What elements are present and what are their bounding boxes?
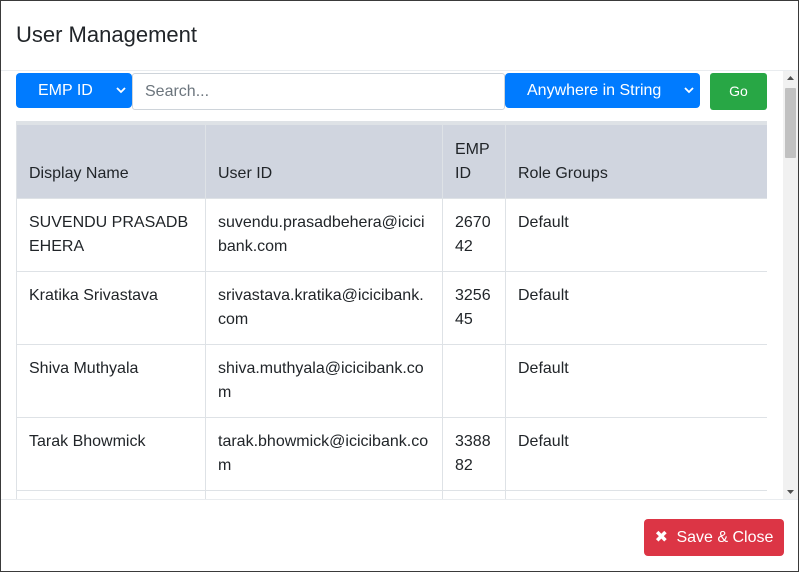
cell-emp-id (442, 344, 506, 418)
cell-role-groups: Default (505, 198, 767, 272)
cell-user-id (205, 490, 443, 499)
match-select-label: Anywhere in String (527, 82, 662, 99)
cell-emp-id: 325645 (442, 271, 506, 345)
cell-user-id: shiva.muthyala@icicibank.com (205, 344, 443, 418)
cell-display-name (16, 490, 206, 499)
cell-role-groups: Default (505, 417, 767, 491)
cell-emp-id: 338882 (442, 417, 506, 491)
match-select[interactable]: Anywhere in String (505, 73, 700, 108)
users-table-container: Display Name User ID EMP ID Role Groups … (16, 121, 767, 499)
cell-user-id: tarak.bhowmick@icicibank.com (205, 417, 443, 491)
table-row[interactable]: Tarak Bhowmick tarak.bhowmick@icicibank.… (16, 417, 767, 491)
field-select-label: EMP ID (38, 82, 93, 99)
cell-display-name: Kratika Srivastava (16, 271, 206, 345)
search-input[interactable] (132, 73, 505, 110)
go-button[interactable]: Go (710, 73, 767, 110)
table-header-row: Display Name User ID EMP ID Role Groups (16, 124, 767, 199)
save-close-button[interactable]: ✖ Save & Close (644, 519, 784, 556)
table-row[interactable]: Shiva Muthyala shiva.muthyala@icicibank.… (16, 344, 767, 418)
times-icon: ✖ (654, 529, 668, 546)
cell-role-groups (505, 490, 767, 499)
cell-display-name: SUVENDU PRASADBEHERA (16, 198, 206, 272)
users-table: Display Name User ID EMP ID Role Groups … (16, 124, 767, 499)
field-select[interactable]: EMP ID (16, 73, 132, 108)
cell-user-id: srivastava.kratika@icicibank.com (205, 271, 443, 345)
scroll-down-arrow-icon[interactable] (783, 484, 798, 499)
table-row[interactable]: SUVENDU PRASADBEHERA suvendu.prasadbeher… (16, 198, 767, 272)
column-header-emp-id: EMP ID (442, 124, 506, 199)
save-close-label: Save & Close (676, 529, 774, 546)
user-management-modal: User Management EMP ID Anywhere in Strin… (0, 0, 799, 572)
scroll-up-arrow-icon[interactable] (783, 71, 798, 86)
chevron-down-icon (116, 87, 126, 94)
chevron-down-icon (684, 87, 694, 94)
cell-display-name: Shiva Muthyala (16, 344, 206, 418)
modal-body: EMP ID Anywhere in String Go (1, 71, 798, 499)
cell-emp-id (442, 490, 506, 499)
column-header-role-groups: Role Groups (505, 124, 767, 199)
vertical-scrollbar[interactable] (783, 71, 798, 499)
table-row[interactable]: Kratika Srivastava srivastava.kratika@ic… (16, 271, 767, 345)
modal-header: User Management (1, 1, 798, 71)
scroll-thumb[interactable] (785, 88, 796, 158)
cell-role-groups: Default (505, 344, 767, 418)
modal-footer: ✖ Save & Close (1, 499, 798, 571)
cell-emp-id: 267042 (442, 198, 506, 272)
cell-display-name: Tarak Bhowmick (16, 417, 206, 491)
modal-title: User Management (16, 22, 197, 47)
cell-user-id: suvendu.prasadbehera@icicibank.com (205, 198, 443, 272)
column-header-user-id: User ID (205, 124, 443, 199)
table-row[interactable] (16, 490, 767, 499)
cell-role-groups: Default (505, 271, 767, 345)
column-header-display-name: Display Name (16, 124, 206, 199)
